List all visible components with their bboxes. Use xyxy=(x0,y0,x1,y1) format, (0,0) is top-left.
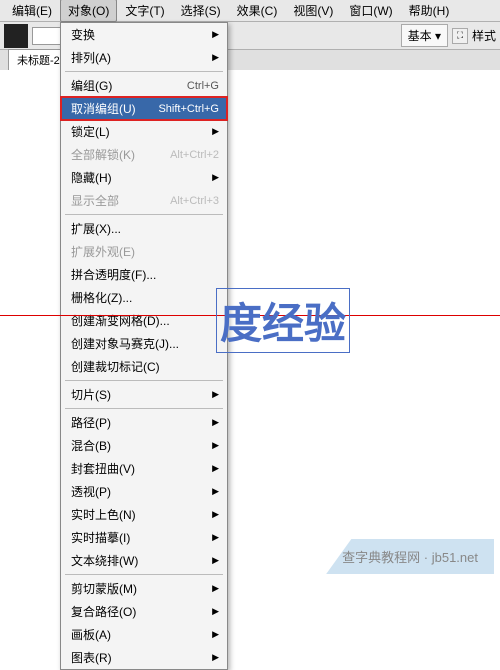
submenu-arrow-icon: ▶ xyxy=(212,440,219,451)
menu-item[interactable]: 栅格化(Z)... xyxy=(61,286,227,309)
submenu-arrow-icon: ▶ xyxy=(212,583,219,594)
menu-item-label: 实时描摹(I) xyxy=(71,529,130,546)
submenu-arrow-icon: ▶ xyxy=(212,486,219,497)
menu-item[interactable]: 切片(S) ▶ xyxy=(61,383,227,406)
submenu-arrow-icon: ▶ xyxy=(212,52,219,63)
submenu-arrow-icon: ▶ xyxy=(212,463,219,474)
menu-对象[interactable]: 对象(O) xyxy=(60,0,117,22)
menu-item-label: 切片(S) xyxy=(71,386,111,403)
menu-item-label: 实时上色(N) xyxy=(71,506,136,523)
style-dropdown[interactable]: 基本 ▾ xyxy=(401,24,448,47)
menu-item[interactable]: 变换 ▶ xyxy=(61,23,227,46)
menu-item[interactable]: 实时描摹(I) ▶ xyxy=(61,526,227,549)
submenu-arrow-icon: ▶ xyxy=(212,555,219,566)
menu-item[interactable]: 图表(R) ▶ xyxy=(61,646,227,669)
menu-item[interactable]: 扩展(X)... xyxy=(61,217,227,240)
submenu-arrow-icon: ▶ xyxy=(212,509,219,520)
menu-效果[interactable]: 效果(C) xyxy=(229,0,286,22)
menu-item[interactable]: 锁定(L) ▶ xyxy=(61,120,227,143)
expand-icon[interactable]: ⛶ xyxy=(452,28,468,44)
menubar: 编辑(E)对象(O)文字(T)选择(S)效果(C)视图(V)窗口(W)帮助(H) xyxy=(0,0,500,22)
menu-item-label: 封套扭曲(V) xyxy=(71,460,135,477)
menu-item-label: 剪切蒙版(M) xyxy=(71,580,137,597)
menu-item-label: 排列(A) xyxy=(71,49,111,66)
menu-文字[interactable]: 文字(T) xyxy=(117,0,172,22)
menu-item: 全部解锁(K) Alt+Ctrl+2 xyxy=(61,143,227,166)
menu-item-label: 透视(P) xyxy=(71,483,111,500)
menu-item-shortcut: Alt+Ctrl+3 xyxy=(170,195,219,207)
menu-item[interactable]: 实时上色(N) ▶ xyxy=(61,503,227,526)
style-dropdown-label: 基本 xyxy=(408,29,432,43)
menu-separator xyxy=(65,574,223,575)
submenu-arrow-icon: ▶ xyxy=(212,606,219,617)
menu-item-label: 图表(R) xyxy=(71,649,112,666)
menu-选择[interactable]: 选择(S) xyxy=(173,0,229,22)
menu-item[interactable]: 排列(A) ▶ xyxy=(61,46,227,69)
submenu-arrow-icon: ▶ xyxy=(212,389,219,400)
menu-item-label: 路径(P) xyxy=(71,414,111,431)
submenu-arrow-icon: ▶ xyxy=(212,532,219,543)
menu-编辑[interactable]: 编辑(E) xyxy=(4,0,60,22)
menu-item-label: 创建裁切标记(C) xyxy=(71,358,160,375)
submenu-arrow-icon: ▶ xyxy=(212,29,219,40)
menu-item-label: 拼合透明度(F)... xyxy=(71,266,156,283)
menu-帮助[interactable]: 帮助(H) xyxy=(401,0,458,22)
fill-stroke-swatch[interactable] xyxy=(4,24,28,48)
menu-item[interactable]: 创建渐变网格(D)... xyxy=(61,309,227,332)
menu-item[interactable]: 隐藏(H) ▶ xyxy=(61,166,227,189)
menu-item[interactable]: 透视(P) ▶ xyxy=(61,480,227,503)
submenu-arrow-icon: ▶ xyxy=(212,652,219,663)
menu-separator xyxy=(65,408,223,409)
menu-item-label: 变换 xyxy=(71,26,95,43)
menu-item[interactable]: 混合(B) ▶ xyxy=(61,434,227,457)
menu-item-label: 扩展(X)... xyxy=(71,220,121,237)
menu-separator xyxy=(65,71,223,72)
menu-窗口[interactable]: 窗口(W) xyxy=(341,0,400,22)
menu-item-label: 栅格化(Z)... xyxy=(71,289,132,306)
menu-item-label: 复合路径(O) xyxy=(71,603,136,620)
menu-item-label: 文本绕排(W) xyxy=(71,552,138,569)
menu-item[interactable]: 创建对象马赛克(J)... xyxy=(61,332,227,355)
submenu-arrow-icon: ▶ xyxy=(212,417,219,428)
canvas-selected-text[interactable]: 度经验 xyxy=(220,290,346,351)
menu-item-shortcut: Shift+Ctrl+G xyxy=(158,103,219,115)
menu-item-label: 画板(A) xyxy=(71,626,111,643)
menu-item[interactable]: 文本绕排(W) ▶ xyxy=(61,549,227,572)
menu-item[interactable]: 路径(P) ▶ xyxy=(61,411,227,434)
menu-item-label: 编组(G) xyxy=(71,77,112,94)
menu-item-label: 全部解锁(K) xyxy=(71,146,135,163)
menu-item[interactable]: 取消编组(U) Shift+Ctrl+G xyxy=(61,97,227,120)
menu-item-label: 创建对象马赛克(J)... xyxy=(71,335,179,352)
menu-item-shortcut: Ctrl+G xyxy=(187,80,219,92)
menu-item-label: 混合(B) xyxy=(71,437,111,454)
watermark: 查字典教程网 · jb51.net xyxy=(326,539,494,574)
toolbar-extra-label: 样式 xyxy=(472,27,496,44)
menu-separator xyxy=(65,214,223,215)
menu-item-label: 隐藏(H) xyxy=(71,169,112,186)
object-menu: 变换 ▶ 排列(A) ▶ 编组(G) Ctrl+G 取消编组(U) Shift+Ctrl+G 锁… xyxy=(60,22,228,670)
menu-item-label: 取消编组(U) xyxy=(71,100,136,117)
submenu-arrow-icon: ▶ xyxy=(212,172,219,183)
menu-item-label: 显示全部 xyxy=(71,192,119,209)
menu-视图[interactable]: 视图(V) xyxy=(285,0,341,22)
submenu-arrow-icon: ▶ xyxy=(212,629,219,640)
menu-item-label: 锁定(L) xyxy=(71,123,110,140)
menu-item-label: 扩展外观(E) xyxy=(71,243,135,260)
menu-item[interactable]: 拼合透明度(F)... xyxy=(61,263,227,286)
menu-item[interactable]: 创建裁切标记(C) xyxy=(61,355,227,378)
menu-item[interactable]: 复合路径(O) ▶ xyxy=(61,600,227,623)
menu-item-shortcut: Alt+Ctrl+2 xyxy=(170,149,219,161)
menu-separator xyxy=(65,380,223,381)
submenu-arrow-icon: ▶ xyxy=(212,126,219,137)
dropdown-arrow-icon: ▾ xyxy=(435,29,441,43)
menu-item: 显示全部 Alt+Ctrl+3 xyxy=(61,189,227,212)
menu-item: 扩展外观(E) xyxy=(61,240,227,263)
menu-item[interactable]: 编组(G) Ctrl+G xyxy=(61,74,227,97)
menu-item[interactable]: 封套扭曲(V) ▶ xyxy=(61,457,227,480)
menu-item[interactable]: 剪切蒙版(M) ▶ xyxy=(61,577,227,600)
menu-item[interactable]: 画板(A) ▶ xyxy=(61,623,227,646)
